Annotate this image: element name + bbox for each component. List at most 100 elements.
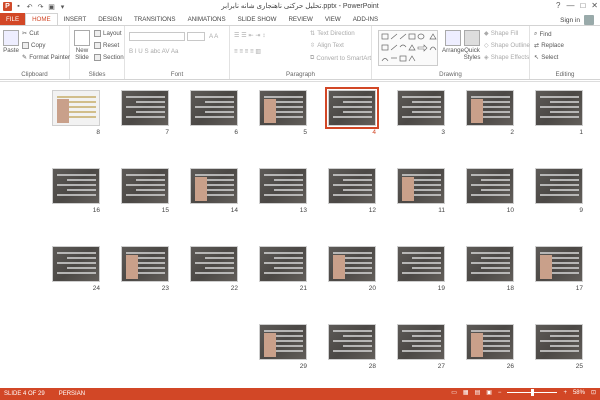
tab-review[interactable]: REVIEW: [282, 13, 318, 25]
normal-view-icon[interactable]: ▭: [451, 389, 457, 396]
thumbnail-text-line: [402, 116, 441, 118]
zoom-in-button[interactable]: +: [563, 390, 567, 396]
thumbnail-figure: [57, 99, 69, 123]
arrange-icon: [445, 30, 461, 46]
align-text-button[interactable]: ⇳ Align Text: [310, 42, 344, 49]
thumbnail-text-line: [205, 111, 234, 113]
maximize-button[interactable]: □: [580, 1, 585, 10]
shape-effects-button[interactable]: ◈ Shape Effects: [484, 54, 529, 61]
shapes-gallery[interactable]: [378, 30, 438, 66]
slide-thumbnail[interactable]: [52, 90, 100, 126]
tab-insert[interactable]: INSERT: [58, 13, 93, 25]
slide-thumbnail[interactable]: [397, 90, 445, 126]
tab-design[interactable]: DESIGN: [92, 13, 128, 25]
slide-thumbnail[interactable]: [190, 246, 238, 282]
slide-thumbnail[interactable]: [259, 246, 307, 282]
layout-button[interactable]: Layout: [94, 30, 122, 37]
replace-icon: ⇄: [534, 42, 540, 49]
fit-slide-icon[interactable]: ⊡: [591, 389, 596, 396]
slide-thumbnail[interactable]: [259, 168, 307, 204]
slide-thumbnail[interactable]: [466, 324, 514, 360]
slide-thumbnail[interactable]: [397, 168, 445, 204]
sorter-view-icon[interactable]: ▦: [463, 389, 469, 396]
slide-thumbnail[interactable]: [466, 246, 514, 282]
minimize-button[interactable]: —: [566, 1, 574, 10]
slide-thumbnail[interactable]: [535, 90, 583, 126]
section-button[interactable]: Section: [94, 54, 124, 61]
slide-number: 22: [230, 285, 238, 292]
slide-thumbnail[interactable]: [328, 324, 376, 360]
thumbnail-text-line: [333, 350, 372, 352]
thumbnail-text-line: [264, 330, 303, 332]
zoom-out-button[interactable]: −: [498, 390, 502, 396]
paste-button[interactable]: Paste: [3, 30, 19, 54]
text-direction-button[interactable]: ⇅ Text Direction: [310, 30, 355, 37]
slide-thumbnail[interactable]: [52, 246, 100, 282]
tab-transitions[interactable]: TRANSITIONS: [128, 13, 182, 25]
shape-fill-button[interactable]: ◆ Shape Fill: [484, 30, 518, 37]
quick-styles-button[interactable]: Quick Styles: [464, 30, 480, 61]
tab-file[interactable]: FILE: [0, 13, 26, 25]
slide-thumbnail[interactable]: [397, 246, 445, 282]
avatar[interactable]: [584, 15, 594, 25]
slide-number: 23: [161, 285, 169, 292]
slide-thumbnail[interactable]: [535, 246, 583, 282]
slide-thumbnail[interactable]: [190, 90, 238, 126]
thumbnail-text-line: [264, 272, 303, 274]
zoom-slider-thumb[interactable]: [531, 389, 535, 396]
format-painter-button[interactable]: ✎ Format Painter: [22, 54, 70, 61]
thumbnail-text-line: [481, 257, 510, 259]
thumbnail-text-line: [57, 174, 96, 176]
convert-smartart-button[interactable]: ⧉ Convert to SmartArt: [310, 54, 371, 62]
new-slide-button[interactable]: New Slide: [72, 30, 92, 61]
slide-thumbnail[interactable]: [121, 90, 169, 126]
tab-add-ins[interactable]: ADD-INS: [347, 13, 384, 25]
reading-view-icon[interactable]: ▤: [475, 389, 481, 396]
select-button[interactable]: ↖ Select: [534, 54, 558, 61]
find-button[interactable]: ⌕ Find: [534, 30, 552, 38]
slide-thumbnail[interactable]: [190, 168, 238, 204]
tab-view[interactable]: VIEW: [319, 13, 347, 25]
font-format-buttons[interactable]: B I U S abc AV Aa: [129, 48, 178, 55]
tab-home[interactable]: HOME: [25, 13, 58, 25]
tab-slide-show[interactable]: SLIDE SHOW: [232, 13, 283, 25]
thumbnail-text-line: [471, 262, 510, 264]
arrange-button[interactable]: Arrange: [442, 30, 464, 54]
slide-thumbnail[interactable]: [259, 324, 307, 360]
slide-sorter[interactable]: 1 2 3 4 5 6 7 8 9 10 11 12 13 14 15 16 17 18 19 20 21 22 23 24 2…: [0, 81, 600, 387]
slide-thumbnail[interactable]: [52, 168, 100, 204]
align-buttons[interactable]: ≡ ≡ ≡ ≡ ▥: [234, 48, 261, 55]
sign-in-link[interactable]: Sign in: [560, 17, 580, 24]
zoom-slider[interactable]: [507, 389, 558, 396]
copy-button[interactable]: Copy: [22, 42, 45, 49]
slide-thumbnail[interactable]: [466, 90, 514, 126]
thumbnail-text-line: [550, 111, 579, 113]
slide-thumbnail[interactable]: [535, 168, 583, 204]
slide-thumbnail[interactable]: [328, 246, 376, 282]
slide-thumbnail[interactable]: [325, 87, 379, 129]
slideshow-view-icon[interactable]: ▣: [486, 389, 492, 396]
reset-button[interactable]: Reset: [94, 42, 119, 49]
font-size-buttons[interactable]: A A: [209, 33, 218, 40]
list-buttons[interactable]: ☰ ☰ ⇤ ⇥ ↕: [234, 32, 265, 39]
font-size-combo[interactable]: [187, 32, 205, 41]
slide-number: 11: [438, 207, 445, 214]
slide-thumbnail[interactable]: [121, 246, 169, 282]
slide-thumbnail[interactable]: [328, 168, 376, 204]
shape-outline-button[interactable]: ◇ Shape Outline: [484, 42, 530, 49]
replace-button[interactable]: ⇄ Replace: [534, 42, 564, 49]
slide-thumbnail[interactable]: [466, 168, 514, 204]
cut-button[interactable]: ✂ Cut: [22, 30, 39, 37]
tab-animations[interactable]: ANIMATIONS: [182, 13, 232, 25]
clipboard-group-label: Clipboard: [21, 71, 48, 78]
slide-count-status[interactable]: SLIDE 4 OF 29: [4, 391, 45, 397]
font-family-combo[interactable]: [129, 32, 185, 41]
slide-thumbnail[interactable]: [121, 168, 169, 204]
slide-thumbnail[interactable]: [397, 324, 445, 360]
slide-thumbnail[interactable]: [535, 324, 583, 360]
zoom-level[interactable]: 58%: [573, 390, 585, 396]
language-status[interactable]: PERSIAN: [59, 391, 85, 397]
help-button[interactable]: ?: [556, 1, 560, 10]
slide-thumbnail[interactable]: [259, 90, 307, 126]
close-button[interactable]: ✕: [591, 1, 598, 10]
